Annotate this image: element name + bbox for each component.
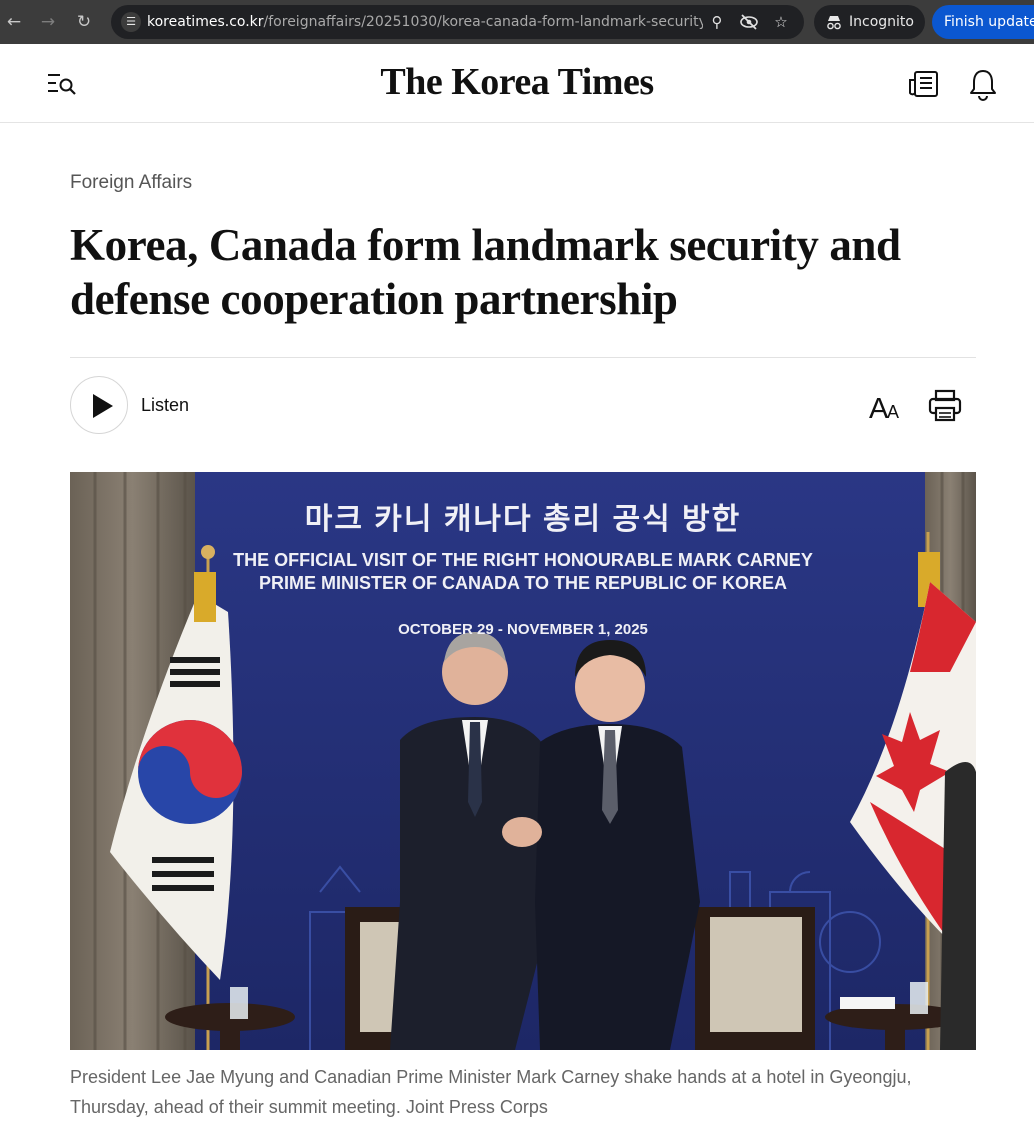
font-size-icon[interactable]: A A — [866, 386, 906, 426]
font-size-small-letter: A — [887, 402, 899, 422]
photo-caption: President Lee Jae Myung and Canadian Pri… — [70, 1067, 912, 1117]
url-text[interactable]: koreatimes.co.kr/foreignaffairs/20251030… — [147, 5, 703, 39]
back-arrow-icon[interactable]: ← — [0, 8, 28, 36]
url-path: /foreignaffairs/20251030/korea-canada-fo… — [263, 14, 703, 30]
font-size-large-letter: A — [869, 393, 889, 425]
bookmark-star-icon[interactable]: ☆ — [771, 12, 791, 32]
listen-label[interactable]: Listen — [141, 395, 189, 416]
banner-korean-title: 마크 카니 캐나다 총리 공식 방한 — [304, 503, 742, 536]
newspaper-icon[interactable] — [905, 66, 941, 102]
printer-icon[interactable] — [926, 386, 966, 426]
bell-icon[interactable] — [965, 66, 1001, 102]
banner-line-2: PRIME MINISTER OF CANADA TO THE REPUBLIC… — [258, 573, 787, 593]
zoom-icon[interactable]: ⚲ — [707, 12, 727, 32]
section-label[interactable]: Foreign Affairs — [70, 172, 192, 194]
divider — [70, 357, 976, 358]
forward-arrow-icon[interactable]: → — [34, 8, 62, 36]
reload-icon[interactable]: ↻ — [70, 8, 98, 36]
finish-update-button[interactable]: Finish update — [932, 5, 1034, 39]
article-photo[interactable]: 마크 카니 캐나다 총리 공식 방한 THE OFFICIAL VISIT OF… — [70, 472, 976, 1050]
address-bar[interactable]: ☰ koreatimes.co.kr/foreignaffairs/202510… — [111, 5, 804, 39]
listen-play-button[interactable] — [70, 376, 128, 434]
site-info-icon[interactable]: ☰ — [121, 12, 141, 32]
article-headline: Korea, Canada form landmark security and… — [70, 220, 901, 324]
browser-toolbar: ← → ↻ ☰ koreatimes.co.kr/foreignaffairs/… — [0, 0, 1034, 44]
banner-line-1: THE OFFICIAL VISIT OF THE RIGHT HONOURAB… — [233, 550, 813, 570]
incognito-label: Incognito — [849, 14, 914, 30]
banner-dates: OCTOBER 29 - NOVEMBER 1, 2025 — [398, 621, 648, 638]
play-icon — [93, 394, 113, 418]
incognito-chip[interactable]: Incognito — [814, 5, 925, 39]
site-logo[interactable]: The Korea Times — [0, 58, 1034, 106]
eye-off-icon[interactable] — [739, 12, 759, 32]
site-header: The Korea Times — [0, 44, 1034, 123]
url-host: koreatimes.co.kr — [147, 14, 264, 30]
